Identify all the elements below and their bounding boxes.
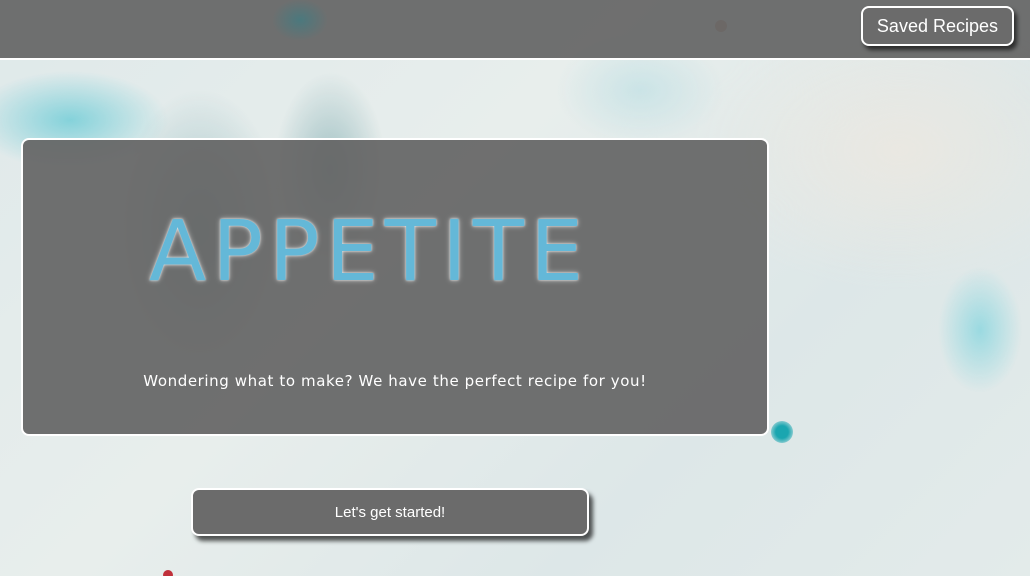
background-decoration [163,570,173,576]
get-started-button[interactable]: Let's get started! [191,488,589,536]
hero-panel: APPETITE Wondering what to make? We have… [21,138,769,436]
hero-tagline: Wondering what to make? We have the perf… [143,372,647,390]
top-nav-bar: Saved Recipes [0,0,1030,60]
saved-recipes-button[interactable]: Saved Recipes [860,6,1014,46]
background-decoration [771,421,793,443]
app-title: APPETITE [148,202,590,300]
